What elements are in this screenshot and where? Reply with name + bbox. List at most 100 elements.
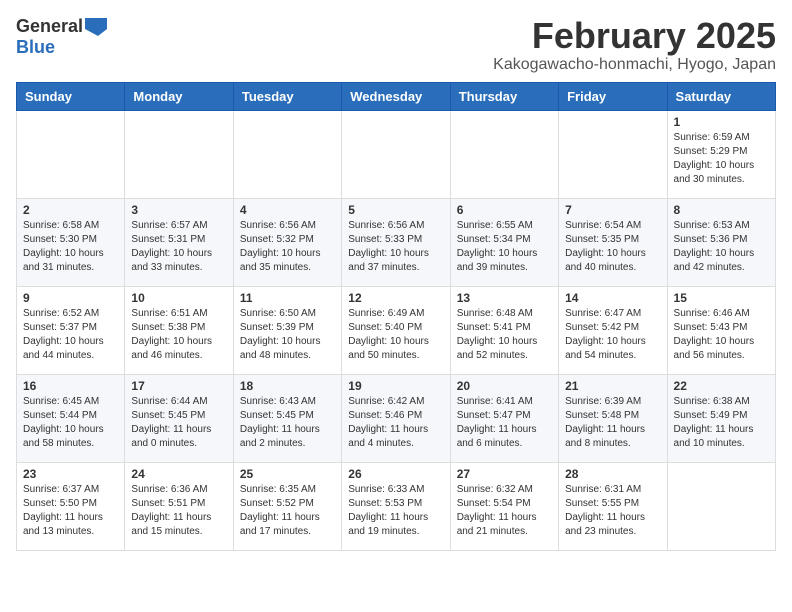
table-row: 13 Sunrise: 6:48 AM Sunset: 5:41 PM Dayli…: [450, 286, 558, 374]
week-row-3: 16 Sunrise: 6:45 AM Sunset: 5:44 PM Dayli…: [17, 374, 776, 462]
weekday-header-row: Sunday Monday Tuesday Wednesday Thursday…: [17, 82, 776, 110]
day-info: Sunrise: 6:53 AM Sunset: 5:36 PM Dayligh…: [674, 219, 769, 275]
day-info: Sunrise: 6:46 AM Sunset: 5:43 PM Dayligh…: [674, 307, 769, 363]
day-number: 7: [565, 203, 660, 217]
day-number: 3: [131, 203, 226, 217]
day-info: Sunrise: 6:36 AM Sunset: 5:51 PM Dayligh…: [131, 483, 226, 539]
day-info: Sunrise: 6:39 AM Sunset: 5:48 PM Dayligh…: [565, 395, 660, 451]
title-section: February 2025 Kakogawacho-honmachi, Hyog…: [493, 16, 776, 74]
logo-flag-icon: [85, 18, 107, 36]
day-info: Sunrise: 6:35 AM Sunset: 5:52 PM Dayligh…: [240, 483, 335, 539]
table-row: 11 Sunrise: 6:50 AM Sunset: 5:39 PM Dayli…: [233, 286, 341, 374]
table-row: 2 Sunrise: 6:58 AM Sunset: 5:30 PM Daylig…: [17, 198, 125, 286]
table-row: 26 Sunrise: 6:33 AM Sunset: 5:53 PM Dayli…: [342, 462, 450, 550]
table-row: 14 Sunrise: 6:47 AM Sunset: 5:42 PM Dayli…: [559, 286, 667, 374]
day-info: Sunrise: 6:59 AM Sunset: 5:29 PM Dayligh…: [674, 131, 769, 187]
table-row: [559, 110, 667, 198]
table-row: 21 Sunrise: 6:39 AM Sunset: 5:48 PM Dayli…: [559, 374, 667, 462]
table-row: 4 Sunrise: 6:56 AM Sunset: 5:32 PM Daylig…: [233, 198, 341, 286]
day-number: 23: [23, 467, 118, 481]
table-row: 17 Sunrise: 6:44 AM Sunset: 5:45 PM Dayli…: [125, 374, 233, 462]
table-row: 6 Sunrise: 6:55 AM Sunset: 5:34 PM Daylig…: [450, 198, 558, 286]
day-info: Sunrise: 6:47 AM Sunset: 5:42 PM Dayligh…: [565, 307, 660, 363]
week-row-0: 1 Sunrise: 6:59 AM Sunset: 5:29 PM Daylig…: [17, 110, 776, 198]
location-title: Kakogawacho-honmachi, Hyogo, Japan: [493, 56, 776, 74]
day-number: 6: [457, 203, 552, 217]
day-info: Sunrise: 6:43 AM Sunset: 5:45 PM Dayligh…: [240, 395, 335, 451]
day-info: Sunrise: 6:33 AM Sunset: 5:53 PM Dayligh…: [348, 483, 443, 539]
table-row: [342, 110, 450, 198]
day-info: Sunrise: 6:45 AM Sunset: 5:44 PM Dayligh…: [23, 395, 118, 451]
day-number: 20: [457, 379, 552, 393]
day-info: Sunrise: 6:51 AM Sunset: 5:38 PM Dayligh…: [131, 307, 226, 363]
calendar-table: Sunday Monday Tuesday Wednesday Thursday…: [16, 82, 776, 551]
table-row: 3 Sunrise: 6:57 AM Sunset: 5:31 PM Daylig…: [125, 198, 233, 286]
table-row: [233, 110, 341, 198]
table-row: 7 Sunrise: 6:54 AM Sunset: 5:35 PM Daylig…: [559, 198, 667, 286]
day-info: Sunrise: 6:56 AM Sunset: 5:33 PM Dayligh…: [348, 219, 443, 275]
table-row: [125, 110, 233, 198]
day-info: Sunrise: 6:41 AM Sunset: 5:47 PM Dayligh…: [457, 395, 552, 451]
header-monday: Monday: [125, 82, 233, 110]
day-number: 18: [240, 379, 335, 393]
day-number: 28: [565, 467, 660, 481]
day-number: 11: [240, 291, 335, 305]
day-number: 5: [348, 203, 443, 217]
day-number: 12: [348, 291, 443, 305]
table-row: 8 Sunrise: 6:53 AM Sunset: 5:36 PM Daylig…: [667, 198, 775, 286]
day-info: Sunrise: 6:56 AM Sunset: 5:32 PM Dayligh…: [240, 219, 335, 275]
day-number: 16: [23, 379, 118, 393]
day-info: Sunrise: 6:50 AM Sunset: 5:39 PM Dayligh…: [240, 307, 335, 363]
day-number: 17: [131, 379, 226, 393]
table-row: 12Sunrise: 6:49 AM Sunset: 5:40 PM Dayli…: [342, 286, 450, 374]
day-info: Sunrise: 6:44 AM Sunset: 5:45 PM Dayligh…: [131, 395, 226, 451]
table-row: 10 Sunrise: 6:51 AM Sunset: 5:38 PM Dayli…: [125, 286, 233, 374]
table-row: 22Sunrise: 6:38 AM Sunset: 5:49 PM Dayli…: [667, 374, 775, 462]
day-info: Sunrise: 6:31 AM Sunset: 5:55 PM Dayligh…: [565, 483, 660, 539]
table-row: 25Sunrise: 6:35 AM Sunset: 5:52 PM Dayli…: [233, 462, 341, 550]
page-container: General Blue February 2025 Kakogawacho-h…: [16, 16, 776, 551]
logo-general-text: General: [16, 16, 83, 37]
day-number: 8: [674, 203, 769, 217]
day-number: 10: [131, 291, 226, 305]
week-row-4: 23Sunrise: 6:37 AM Sunset: 5:50 PM Dayli…: [17, 462, 776, 550]
day-number: 27: [457, 467, 552, 481]
day-info: Sunrise: 6:57 AM Sunset: 5:31 PM Dayligh…: [131, 219, 226, 275]
day-number: 2: [23, 203, 118, 217]
header-tuesday: Tuesday: [233, 82, 341, 110]
table-row: 19Sunrise: 6:42 AM Sunset: 5:46 PM Dayli…: [342, 374, 450, 462]
week-row-1: 2 Sunrise: 6:58 AM Sunset: 5:30 PM Daylig…: [17, 198, 776, 286]
table-row: 27Sunrise: 6:32 AM Sunset: 5:54 PM Dayli…: [450, 462, 558, 550]
table-row: 18 Sunrise: 6:43 AM Sunset: 5:45 PM Dayli…: [233, 374, 341, 462]
day-info: Sunrise: 6:48 AM Sunset: 5:41 PM Dayligh…: [457, 307, 552, 363]
header-wednesday: Wednesday: [342, 82, 450, 110]
day-number: 21: [565, 379, 660, 393]
month-title: February 2025: [493, 16, 776, 56]
day-number: 22: [674, 379, 769, 393]
day-number: 4: [240, 203, 335, 217]
table-row: 9Sunrise: 6:52 AM Sunset: 5:37 PM Daylig…: [17, 286, 125, 374]
week-row-2: 9Sunrise: 6:52 AM Sunset: 5:37 PM Daylig…: [17, 286, 776, 374]
day-info: Sunrise: 6:54 AM Sunset: 5:35 PM Dayligh…: [565, 219, 660, 275]
table-row: 1 Sunrise: 6:59 AM Sunset: 5:29 PM Daylig…: [667, 110, 775, 198]
day-number: 14: [565, 291, 660, 305]
table-row: 20 Sunrise: 6:41 AM Sunset: 5:47 PM Dayli…: [450, 374, 558, 462]
day-info: Sunrise: 6:58 AM Sunset: 5:30 PM Dayligh…: [23, 219, 118, 275]
table-row: 5 Sunrise: 6:56 AM Sunset: 5:33 PM Daylig…: [342, 198, 450, 286]
day-number: 9: [23, 291, 118, 305]
day-number: 26: [348, 467, 443, 481]
header-sunday: Sunday: [17, 82, 125, 110]
day-number: 13: [457, 291, 552, 305]
table-row: 28 Sunrise: 6:31 AM Sunset: 5:55 PM Dayli…: [559, 462, 667, 550]
day-number: 24: [131, 467, 226, 481]
logo-blue-text: Blue: [16, 37, 55, 58]
table-row: 16 Sunrise: 6:45 AM Sunset: 5:44 PM Dayli…: [17, 374, 125, 462]
table-row: [450, 110, 558, 198]
header: General Blue February 2025 Kakogawacho-h…: [16, 16, 776, 74]
day-info: Sunrise: 6:42 AM Sunset: 5:46 PM Dayligh…: [348, 395, 443, 451]
day-number: 1: [674, 115, 769, 129]
day-info: Sunrise: 6:55 AM Sunset: 5:34 PM Dayligh…: [457, 219, 552, 275]
table-row: 15Sunrise: 6:46 AM Sunset: 5:43 PM Dayli…: [667, 286, 775, 374]
table-row: 23Sunrise: 6:37 AM Sunset: 5:50 PM Dayli…: [17, 462, 125, 550]
header-friday: Friday: [559, 82, 667, 110]
